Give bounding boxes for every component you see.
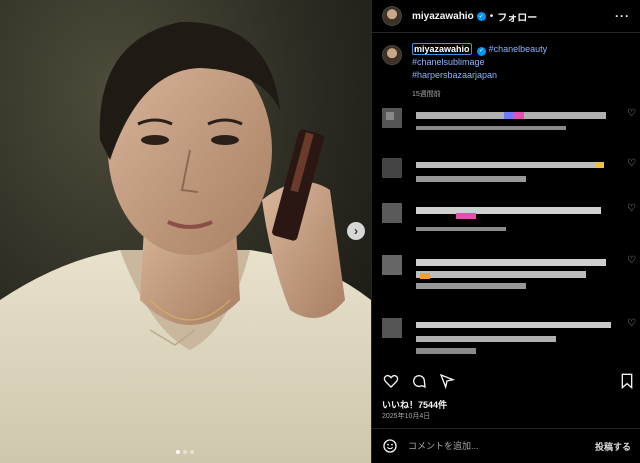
avatar[interactable] — [382, 45, 402, 65]
comment-like-icon[interactable]: ♡ — [627, 158, 636, 169]
like-count[interactable]: いいね！7544件 — [382, 398, 447, 411]
comment-item: ♡ — [382, 108, 636, 142]
comment-avatar — [382, 158, 402, 178]
avatar[interactable] — [382, 6, 402, 26]
obscured-comment-text — [416, 259, 606, 289]
post-caption: miyazawahio ✓ #chanelbeauty #chanelsubli… — [372, 33, 640, 101]
obscured-comment-text — [416, 207, 601, 231]
post-date: 2025年10月4日 — [382, 413, 431, 420]
carousel-dot — [176, 450, 180, 454]
comment-item: ♡ — [382, 158, 636, 192]
hashtag-link[interactable]: #chanelsublimage — [412, 57, 485, 67]
emoji-icon[interactable] — [382, 438, 398, 454]
comment-item: ♡ — [382, 203, 636, 237]
obscured-comment-text — [416, 162, 604, 182]
post-comment-button[interactable]: 投稿する — [595, 440, 631, 453]
comment-avatar — [382, 108, 402, 128]
carousel-dot — [183, 450, 187, 454]
share-icon[interactable] — [438, 372, 456, 390]
comment-like-icon[interactable]: ♡ — [627, 318, 636, 329]
comment-like-icon[interactable]: ♡ — [627, 255, 636, 266]
comment-avatar — [382, 255, 402, 275]
follow-button[interactable]: フォロー — [497, 9, 537, 24]
caption-username[interactable]: miyazawahio — [412, 43, 472, 55]
carousel-dots — [176, 450, 194, 454]
post-side-panel: miyazawahio ✓ • フォロー ··· miyazawahio ✓ #… — [371, 0, 640, 463]
comment-item: ♡ — [382, 318, 636, 362]
verified-badge-icon: ✓ — [477, 47, 487, 56]
comment-icon[interactable] — [410, 372, 428, 390]
post-header: miyazawahio ✓ • フォロー ··· — [372, 0, 640, 33]
separator: • — [489, 10, 494, 22]
author-username[interactable]: miyazawahio — [412, 11, 474, 22]
chevron-right-icon: › — [354, 224, 358, 238]
carousel-next-button[interactable]: › — [347, 222, 365, 240]
obscured-comment-text — [416, 322, 611, 354]
hashtag-link[interactable]: #harpersbazaarjapan — [412, 70, 497, 80]
bookmark-icon[interactable] — [618, 372, 636, 390]
more-options-icon[interactable]: ··· — [615, 9, 630, 23]
post-actions — [382, 370, 636, 392]
obscured-comment-text — [416, 112, 606, 130]
comment-input[interactable] — [408, 441, 595, 451]
carousel-dot — [190, 450, 194, 454]
comment-avatar — [382, 203, 402, 223]
caption-time: 15週間前 — [412, 91, 441, 98]
verified-badge-icon: ✓ — [476, 11, 486, 21]
post-photo: › — [0, 0, 371, 463]
comment-like-icon[interactable]: ♡ — [627, 108, 636, 119]
comment-avatar — [382, 318, 402, 338]
comment-item: ♡ — [382, 255, 636, 299]
heart-icon[interactable] — [382, 372, 400, 390]
hashtag-link[interactable]: #chanelbeauty — [489, 44, 548, 54]
comment-like-icon[interactable]: ♡ — [627, 203, 636, 214]
portrait-image — [0, 0, 371, 463]
add-comment-bar: 投稿する — [372, 429, 640, 463]
